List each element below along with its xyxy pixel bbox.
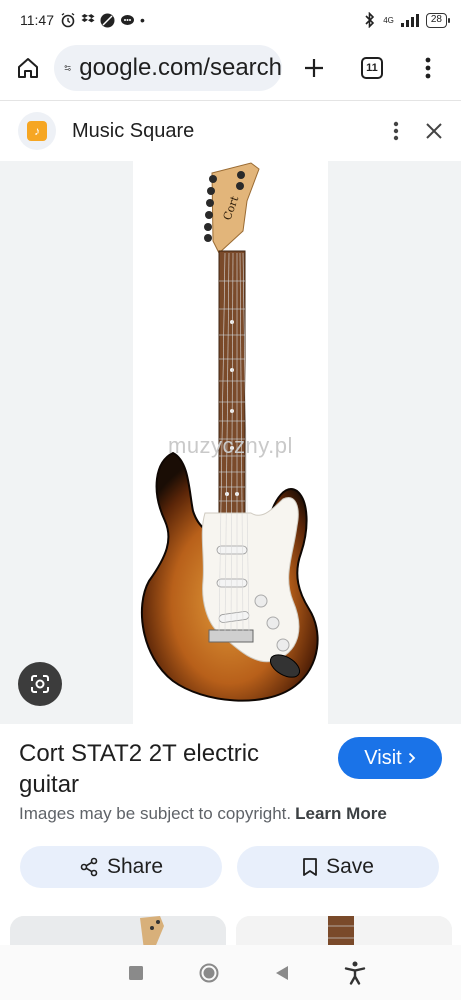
chevron-right-icon: [408, 752, 415, 764]
notification-dot-icon: •: [140, 12, 145, 28]
nav-home-button[interactable]: [189, 953, 229, 993]
google-lens-button[interactable]: [18, 662, 62, 706]
learn-more-link[interactable]: Learn More: [295, 804, 387, 823]
share-button[interactable]: Share: [20, 846, 222, 888]
image-preview[interactable]: Cort muzyczny.pl: [0, 161, 461, 724]
browser-menu-button[interactable]: [410, 50, 446, 86]
system-nav-bar: [0, 945, 461, 1000]
accessibility-button[interactable]: [335, 953, 375, 993]
home-icon: [18, 58, 38, 78]
copyright-notice: Images may be subject to copyright. Learn…: [19, 804, 387, 824]
home-circle-icon: [199, 963, 219, 982]
url-bar[interactable]: google.com/search: [54, 45, 282, 91]
status-time: 11:47: [20, 12, 54, 28]
new-tab-icon: [305, 59, 323, 77]
recents-button[interactable]: [116, 953, 156, 993]
music-note-icon: ♪: [27, 121, 47, 141]
bluetooth-icon: [365, 12, 375, 28]
copyright-text: Images may be subject to copyright.: [19, 804, 292, 823]
new-tab-button[interactable]: [296, 50, 332, 86]
toolbar-divider: [0, 100, 461, 101]
share-label: Share: [106, 855, 164, 878]
back-button[interactable]: [262, 953, 302, 993]
browser-toolbar: google.com/search 11: [0, 40, 461, 96]
share-icon: [80, 857, 98, 877]
blocked-icon: [100, 13, 115, 27]
image-watermark: muzyczny.pl: [168, 433, 293, 458]
chat-icon: [121, 14, 134, 25]
site-name[interactable]: Music Square: [72, 120, 194, 143]
visit-label: Visit: [364, 746, 402, 769]
tabs-button[interactable]: 11: [354, 50, 390, 86]
more-options-icon[interactable]: [393, 121, 399, 141]
signal-icon: [400, 14, 419, 27]
result-header: ♪ Music Square: [0, 104, 461, 158]
network-label: 4G: [383, 15, 394, 25]
save-button[interactable]: Save: [237, 846, 439, 888]
back-icon: [275, 965, 288, 980]
bookmark-icon: [303, 858, 317, 876]
dropbox-icon: [81, 14, 95, 23]
alarm-icon: [61, 12, 75, 28]
accessibility-icon: [344, 961, 365, 985]
lens-icon: [31, 675, 49, 693]
url-text: google.com/search: [79, 54, 282, 81]
home-button[interactable]: [10, 50, 46, 86]
tabs-icon: 11: [361, 57, 383, 79]
menu-icon: [425, 57, 431, 79]
status-bar: 11:47 • 4G 28: [0, 0, 461, 40]
visit-button[interactable]: Visit: [338, 737, 442, 779]
site-favicon[interactable]: ♪: [18, 112, 56, 150]
site-info-icon: [64, 65, 71, 71]
recents-icon: [129, 965, 144, 980]
close-icon[interactable]: [425, 122, 443, 140]
battery-indicator: 28: [425, 12, 451, 28]
result-title[interactable]: Cort STAT2 2T electric guitar: [19, 738, 309, 800]
save-label: Save: [326, 855, 374, 878]
